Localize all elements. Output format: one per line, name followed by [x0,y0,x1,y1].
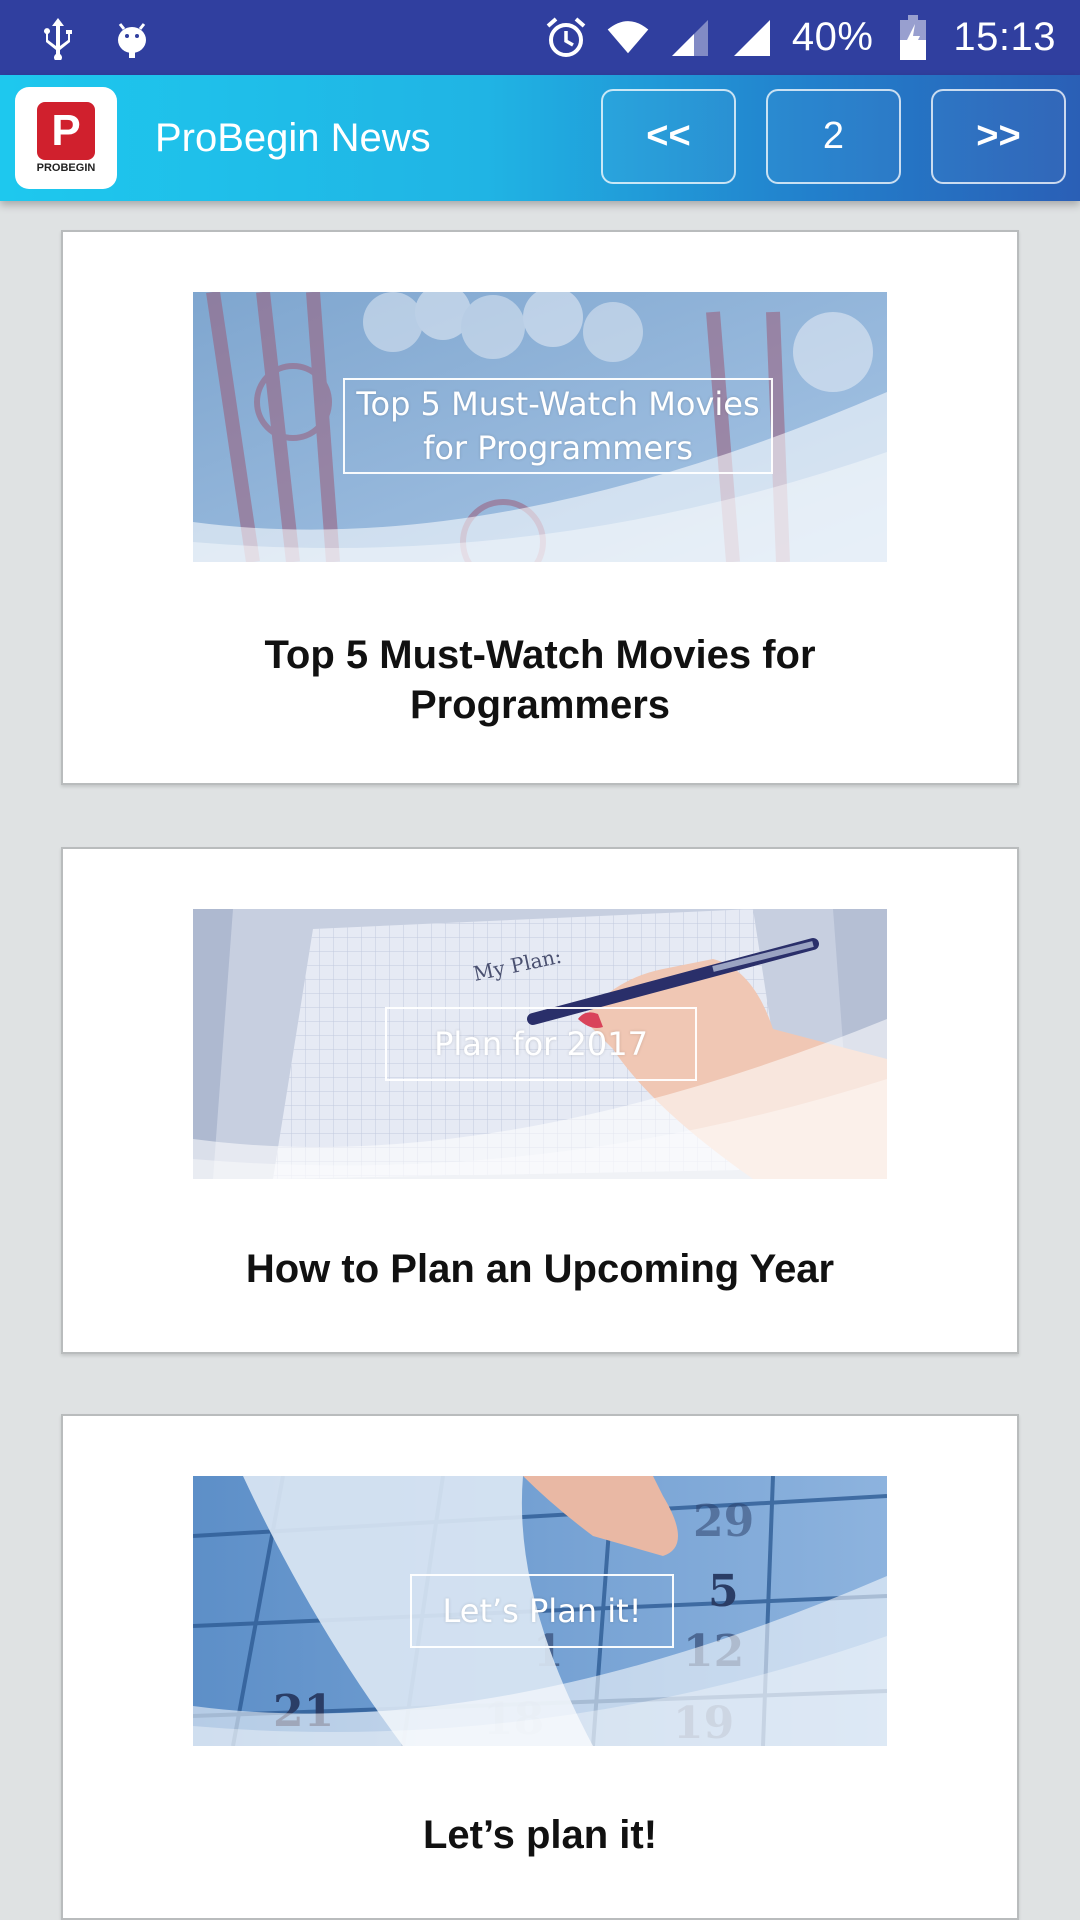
alarm-icon [544,16,588,60]
article-title[interactable]: Let’s plan it! [63,1810,1017,1860]
article-card[interactable]: Top 5 Must-Watch Movies for Programmers … [61,230,1019,785]
battery-percent: 40% [791,15,874,59]
next-page-button[interactable]: >> [931,89,1066,184]
calendar-number: 29 [693,1496,754,1547]
app-title: ProBegin News [155,115,431,160]
image-caption-line: for Programmers [423,429,693,467]
image-caption: Top 5 Must-Watch Movies for Programmers [343,378,773,474]
current-page-button[interactable]: 2 [766,89,901,184]
article-title[interactable]: How to Plan an Upcoming Year [63,1244,1017,1294]
usb-icon [36,16,80,60]
image-caption: Let’s Plan it! [410,1574,674,1648]
signal-icon [668,16,712,60]
status-bar: 40% 15:13 [0,0,1080,75]
article-title-line: Programmers [409,683,671,727]
article-title-line: Top 5 Must-Watch Movies for [264,633,816,677]
clock: 15:13 [953,15,1056,59]
logo-text: PROBEGIN [36,162,96,174]
calendar-image[interactable]: 29 5 12 1 21 18 19 Let’s Plan it! [193,1476,887,1746]
app-bar: P PROBEGIN ProBegin News << 2 >> [0,75,1080,201]
signal-icon [730,16,774,60]
popcorn-image[interactable]: Top 5 Must-Watch Movies for Programmers [193,292,887,562]
pagination: << 2 >> [601,89,1066,184]
image-caption: Plan for 2017 [385,1007,697,1081]
android-debug-icon [110,16,154,60]
article-card[interactable]: My Plan: Plan for 2017 How to Plan an Up… [61,847,1019,1354]
wifi-icon [606,16,650,60]
app-logo: P PROBEGIN [15,87,117,189]
notebook-pen-image[interactable]: My Plan: Plan for 2017 [193,909,887,1179]
calendar-number: 5 [708,1566,739,1617]
battery-charging-icon [891,14,935,60]
article-title[interactable]: Top 5 Must-Watch Movies for Programmers [63,630,1017,730]
image-caption-line: Top 5 Must-Watch Movies [356,385,760,423]
logo-mark: P [37,102,95,160]
previous-page-button[interactable]: << [601,89,736,184]
article-card[interactable]: 29 5 12 1 21 18 19 Let’s Plan it! Let’s … [61,1414,1019,1920]
